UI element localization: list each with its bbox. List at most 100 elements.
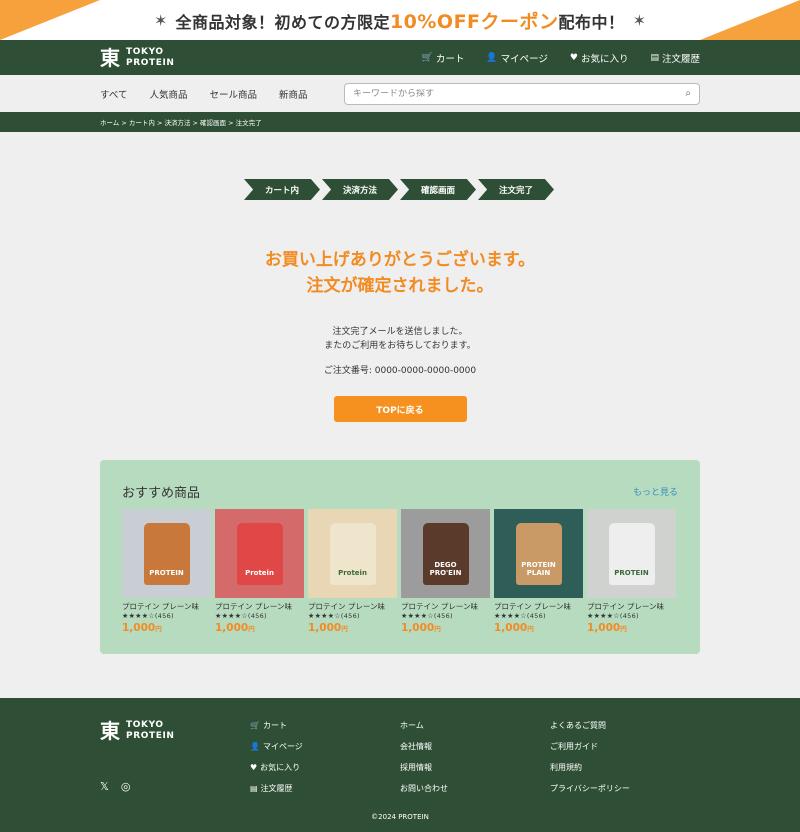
user-icon: 👤 (250, 742, 260, 751)
header-nav-cart[interactable]: 🛒 カート (422, 51, 465, 65)
footer-link[interactable]: 採用情報 (400, 762, 448, 773)
product-name[interactable]: プロテイン プレーン味 (401, 601, 490, 612)
footer-link-label: 注文履歴 (260, 784, 293, 793)
logo-line2: PROTEIN (126, 731, 175, 741)
product-name[interactable]: プロテイン プレーン味 (587, 601, 676, 612)
footer-link-user[interactable]: 👤 マイページ (250, 741, 303, 752)
footer-link[interactable]: よくあるご質問 (550, 720, 630, 731)
search-box: ⌕ (344, 82, 700, 105)
checkout-step: 決済方法 (322, 179, 398, 200)
category-link[interactable]: 新商品 (279, 87, 308, 101)
logo-text: TOKYO PROTEIN (126, 720, 175, 742)
product-name[interactable]: プロテイン プレーン味 (215, 601, 304, 612)
footer-link[interactable]: 会社情報 (400, 741, 448, 752)
protein-bag-icon: PROTEIN (143, 522, 190, 585)
bag-label: Protein (338, 568, 367, 577)
bag-label: Protein (245, 568, 274, 577)
search-input[interactable] (353, 88, 686, 99)
heart-icon: ♥ (569, 52, 578, 63)
site-logo[interactable]: 東 TOKYO PROTEIN (100, 47, 175, 69)
recommend-title: おすすめ商品 (122, 486, 201, 501)
footer-col-help: よくあるご質問 ご利用ガイド 利用規約プライバシーポリシー (550, 720, 630, 794)
product-card[interactable]: DEGO PRO'EIN プロテイン プレーン味 ★★★★☆(456) 1,000円 (401, 509, 490, 634)
product-name[interactable]: プロテイン プレーン味 (122, 601, 211, 612)
header-nav: 🛒 カート 👤 マイページ ♥ お気に入り ▤ 注文履歴 (422, 51, 700, 65)
product-name[interactable]: プロテイン プレーン味 (308, 601, 397, 612)
header-nav-heart[interactable]: ♥ お気に入り (570, 51, 629, 65)
star-icon: ★★★★☆ (215, 612, 248, 620)
message-line2: またのご利用をお待ちしております。 (324, 341, 476, 351)
header-nav-history[interactable]: ▤ 注文履歴 (650, 51, 700, 65)
site-header: 東 TOKYO PROTEIN 🛒 カート 👤 マイページ ♥ お気に入り ▤ 注文履歴 (0, 40, 800, 75)
thanks-heading: お買い上げありがとうございます。 注文が確定されました。 (0, 247, 800, 299)
footer-link[interactable]: お問い合わせ (400, 783, 448, 794)
footer-link[interactable]: プライバシーポリシー (550, 783, 630, 794)
category-link[interactable]: すべて (100, 87, 127, 101)
checkout-step: 注文完了 (478, 179, 554, 200)
search-icon[interactable]: ⌕ (685, 88, 691, 99)
promo-decoration-left (0, 0, 100, 40)
cart-icon: 🛒 (421, 52, 433, 63)
footer-link-cart[interactable]: 🛒 カート (250, 720, 303, 731)
site-footer: 東 TOKYO PROTEIN 𝕏 ◎ 🛒 カート 👤 マイページ ♥ お気に入り ▤ 注文履歴… (0, 698, 800, 832)
promo-banner[interactable]: ✶ 全商品対象！初めての方限定 10%OFFクーポン 配布中！ ✶ (0, 0, 800, 40)
header-nav-label: 注文履歴 (661, 53, 700, 65)
bag-label: PROTEIN (614, 568, 649, 577)
category-link[interactable]: 人気商品 (149, 87, 187, 101)
review-count: (456) (154, 612, 174, 620)
product-image[interactable]: PROTEIN (122, 509, 211, 598)
product-list: PROTEIN プロテイン プレーン味 ★★★★☆(456) 1,000円 Protei… (122, 509, 678, 634)
price-unit: 円 (155, 625, 162, 633)
footer-logo[interactable]: 東 TOKYO PROTEIN (100, 720, 175, 742)
product-name[interactable]: プロテイン プレーン味 (494, 601, 583, 612)
party-popper-icon: ✶ (632, 10, 646, 30)
product-card[interactable]: PROTEIN PLAIN プロテイン プレーン味 ★★★★☆(456) 1,000円 (494, 509, 583, 634)
footer-link[interactable]: ホーム (400, 720, 448, 731)
footer-link[interactable]: 利用規約 (550, 762, 630, 773)
price-value: 1,000 (122, 622, 156, 634)
product-image[interactable]: PROTEIN PLAIN (494, 509, 583, 598)
product-image[interactable]: DEGO PRO'EIN (401, 509, 490, 598)
price-value: 1,000 (494, 622, 528, 634)
header-nav-user[interactable]: 👤 マイページ (486, 51, 548, 65)
price-unit: 円 (620, 625, 627, 633)
review-count: (456) (526, 612, 546, 620)
footer-link[interactable]: ご利用ガイド (550, 741, 630, 752)
copyright: ©2024 PROTEIN (371, 813, 429, 821)
footer-link-heart[interactable]: ♥ お気に入り (250, 762, 303, 773)
party-popper-icon: ✶ (154, 10, 168, 30)
promo-decoration-right (700, 0, 800, 40)
product-price: 1,000円 (308, 622, 397, 634)
bag-label: PROTEIN PLAIN (521, 560, 556, 577)
product-price: 1,000円 (494, 622, 583, 634)
instagram-icon[interactable]: ◎ (121, 780, 131, 793)
product-image[interactable]: Protein (215, 509, 304, 598)
protein-bag-icon: DEGO PRO'EIN (422, 522, 469, 585)
product-card[interactable]: Protein プロテイン プレーン味 ★★★★☆(456) 1,000円 (308, 509, 397, 634)
logo-mark-icon: 東 (100, 45, 120, 70)
x-icon[interactable]: 𝕏 (100, 780, 109, 793)
product-card[interactable]: PROTEIN プロテイン プレーン味 ★★★★☆(456) 1,000円 (587, 509, 676, 634)
star-icon: ★★★★☆ (587, 612, 620, 620)
see-more-link[interactable]: もっと見る (633, 485, 678, 498)
price-value: 1,000 (308, 622, 342, 634)
product-image[interactable]: Protein (308, 509, 397, 598)
price-unit: 円 (248, 625, 255, 633)
checkout-step: カート内 (244, 179, 320, 200)
recommended-products: おすすめ商品 もっと見る PROTEIN プロテイン プレーン味 ★★★★☆(456… (100, 460, 700, 654)
star-icon: ★★★★☆ (401, 612, 434, 620)
product-rating: ★★★★☆(456) (122, 612, 211, 620)
category-link[interactable]: セール商品 (209, 87, 257, 101)
product-card[interactable]: Protein プロテイン プレーン味 ★★★★☆(456) 1,000円 (215, 509, 304, 634)
logo-line2: PROTEIN (126, 57, 175, 68)
review-count: (456) (433, 612, 453, 620)
footer-link-history[interactable]: ▤ 注文履歴 (250, 783, 303, 794)
promo-highlight: 10%OFFクーポン (389, 10, 559, 33)
product-card[interactable]: PROTEIN プロテイン プレーン味 ★★★★☆(456) 1,000円 (122, 509, 211, 634)
footer-col-company: ホーム会社情報採用情報お問い合わせ (400, 720, 448, 794)
promo-text-post: 配布中！ (558, 12, 625, 32)
back-to-top-button[interactable]: TOPに戻る (333, 396, 467, 422)
price-unit: 円 (341, 625, 348, 633)
cart-icon: 🛒 (250, 721, 260, 730)
product-image[interactable]: PROTEIN (587, 509, 676, 598)
